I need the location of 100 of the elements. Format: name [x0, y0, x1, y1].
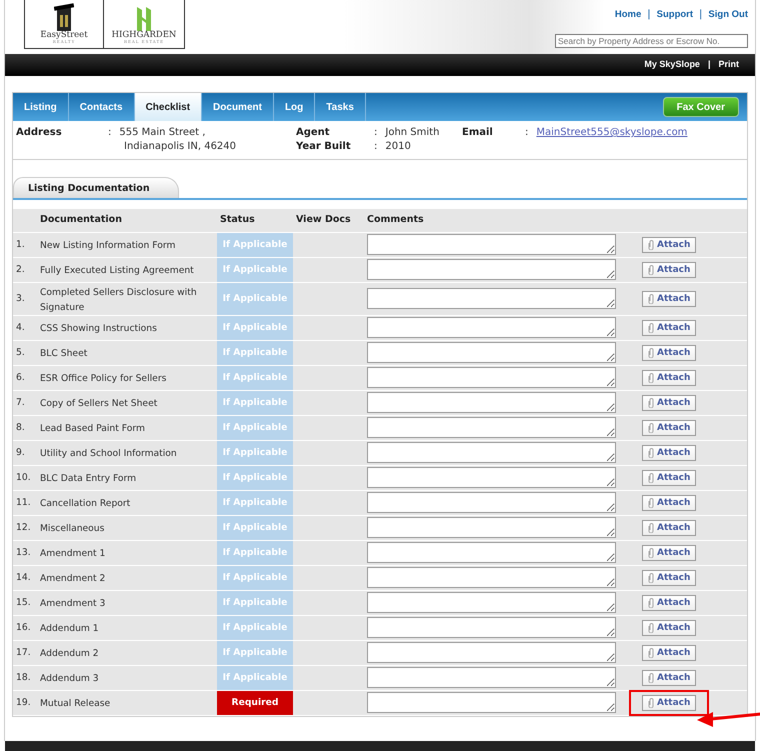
tab[interactable]: Listing: [13, 93, 69, 121]
attach-button[interactable]: Attach: [642, 236, 696, 253]
status-cell: If Applicable: [217, 640, 293, 666]
comment-field[interactable]: [367, 492, 616, 514]
comment-field[interactable]: [367, 417, 616, 438]
row-number: 16.: [13, 615, 37, 640]
tab[interactable]: Log: [274, 93, 316, 121]
attach-button[interactable]: Attach: [642, 262, 696, 278]
attach-button[interactable]: Attach: [642, 370, 696, 386]
attach-button[interactable]: Attach: [642, 470, 696, 486]
attach-button[interactable]: Attach: [642, 494, 696, 511]
status-cell: If Applicable: [217, 515, 293, 540]
paperclip-icon: [648, 672, 654, 683]
comment-field[interactable]: [367, 442, 616, 464]
comment-field[interactable]: [367, 234, 616, 256]
paperclip-icon: [648, 498, 654, 508]
fax-cover-button[interactable]: Fax Cover: [662, 97, 739, 117]
comment-field[interactable]: [367, 517, 616, 538]
status-cell: If Applicable: [217, 440, 293, 466]
attach-button[interactable]: Attach: [642, 694, 696, 711]
attach-button[interactable]: Attach: [642, 620, 696, 636]
attach-button[interactable]: Attach: [642, 644, 696, 661]
field-label: Agent: [296, 126, 331, 140]
comment-field[interactable]: [367, 467, 616, 488]
paperclip-icon: [648, 240, 654, 250]
section-tab[interactable]: Listing Documentation: [13, 177, 179, 198]
paperclip-icon: [648, 294, 654, 304]
header-link[interactable]: Sign Out: [708, 9, 748, 20]
paperclip-icon: [648, 322, 654, 333]
email-link[interactable]: MainStreet555@skyslope.com: [536, 127, 688, 138]
address-value: 555 Main Street ,: [119, 127, 206, 138]
column-header: Documentation: [37, 209, 217, 232]
row-number: 10.: [13, 465, 37, 490]
comment-field[interactable]: [367, 567, 616, 588]
status-cell: If Applicable: [217, 665, 293, 690]
comment-field[interactable]: [367, 642, 616, 664]
paperclip-icon: [648, 422, 654, 433]
row-number: 18.: [13, 665, 37, 690]
attach-button[interactable]: Attach: [642, 544, 696, 561]
row-number: 1.: [13, 232, 37, 258]
comment-field[interactable]: [367, 592, 616, 614]
attach-button[interactable]: Attach: [642, 290, 696, 307]
row-number: 8.: [13, 415, 37, 440]
tab[interactable]: Checklist: [134, 93, 202, 121]
colon: :: [374, 141, 378, 152]
attach-button[interactable]: Attach: [642, 670, 696, 686]
address-value: Indianapolis IN, 46240: [124, 141, 236, 152]
status-cell: If Applicable: [217, 415, 293, 440]
row-number: 14.: [13, 565, 37, 590]
paperclip-icon: [648, 622, 654, 633]
comment-field[interactable]: [367, 667, 616, 688]
status-cell: If Applicable: [217, 565, 293, 590]
paperclip-icon: [648, 372, 654, 383]
row-number: 4.: [13, 315, 37, 340]
comment-field[interactable]: [367, 259, 616, 280]
status-cell: If Applicable: [217, 390, 293, 416]
comment-field[interactable]: [367, 692, 616, 714]
field-label: Address: [16, 126, 63, 140]
comment-field[interactable]: [367, 317, 616, 338]
attach-button[interactable]: Attach: [642, 420, 696, 436]
attach-button[interactable]: Attach: [642, 520, 696, 536]
paperclip-icon: [648, 348, 654, 358]
status-cell: If Applicable: [217, 465, 293, 490]
row-number: 13.: [13, 540, 37, 566]
comment-field[interactable]: [367, 342, 616, 364]
comment-field[interactable]: [367, 288, 616, 310]
paperclip-icon: [648, 522, 654, 533]
row-number: 12.: [13, 515, 37, 540]
status-cell: If Applicable: [217, 540, 293, 566]
colon: :: [374, 127, 378, 138]
tab[interactable]: Document: [202, 93, 274, 121]
attach-button[interactable]: Attach: [642, 394, 696, 411]
row-number: 6.: [13, 365, 37, 390]
header-link[interactable]: Home: [614, 9, 642, 20]
attach-button[interactable]: Attach: [642, 570, 696, 586]
paperclip-icon: [648, 648, 654, 658]
row-number: 19.: [13, 690, 37, 716]
attach-button[interactable]: Attach: [642, 444, 696, 461]
search-field[interactable]: Search by Property Address or Escrow No.: [555, 34, 748, 48]
paperclip-icon: [648, 448, 654, 458]
agent-value: John Smith: [385, 127, 440, 138]
attach-button[interactable]: Attach: [642, 594, 696, 611]
comment-field[interactable]: [367, 392, 616, 414]
year-value: 2010: [385, 141, 411, 152]
colon: :: [108, 127, 112, 138]
paperclip-icon: [648, 264, 654, 275]
separator: |: [708, 58, 710, 72]
top-bar-link[interactable]: Print: [718, 58, 739, 72]
attach-button[interactable]: Attach: [642, 320, 696, 336]
letter-mark-icon: [135, 4, 153, 30]
field-label: Email: [462, 126, 494, 140]
header-link[interactable]: Support: [656, 9, 694, 20]
separator: |: [699, 9, 702, 20]
comment-field[interactable]: [367, 542, 616, 564]
comment-field[interactable]: [367, 617, 616, 638]
comment-field[interactable]: [367, 367, 616, 388]
row-number: 7.: [13, 390, 37, 416]
attach-button[interactable]: Attach: [642, 344, 696, 361]
top-bar-link[interactable]: My SkySlope: [644, 58, 700, 72]
tab[interactable]: Tasks: [315, 93, 366, 121]
